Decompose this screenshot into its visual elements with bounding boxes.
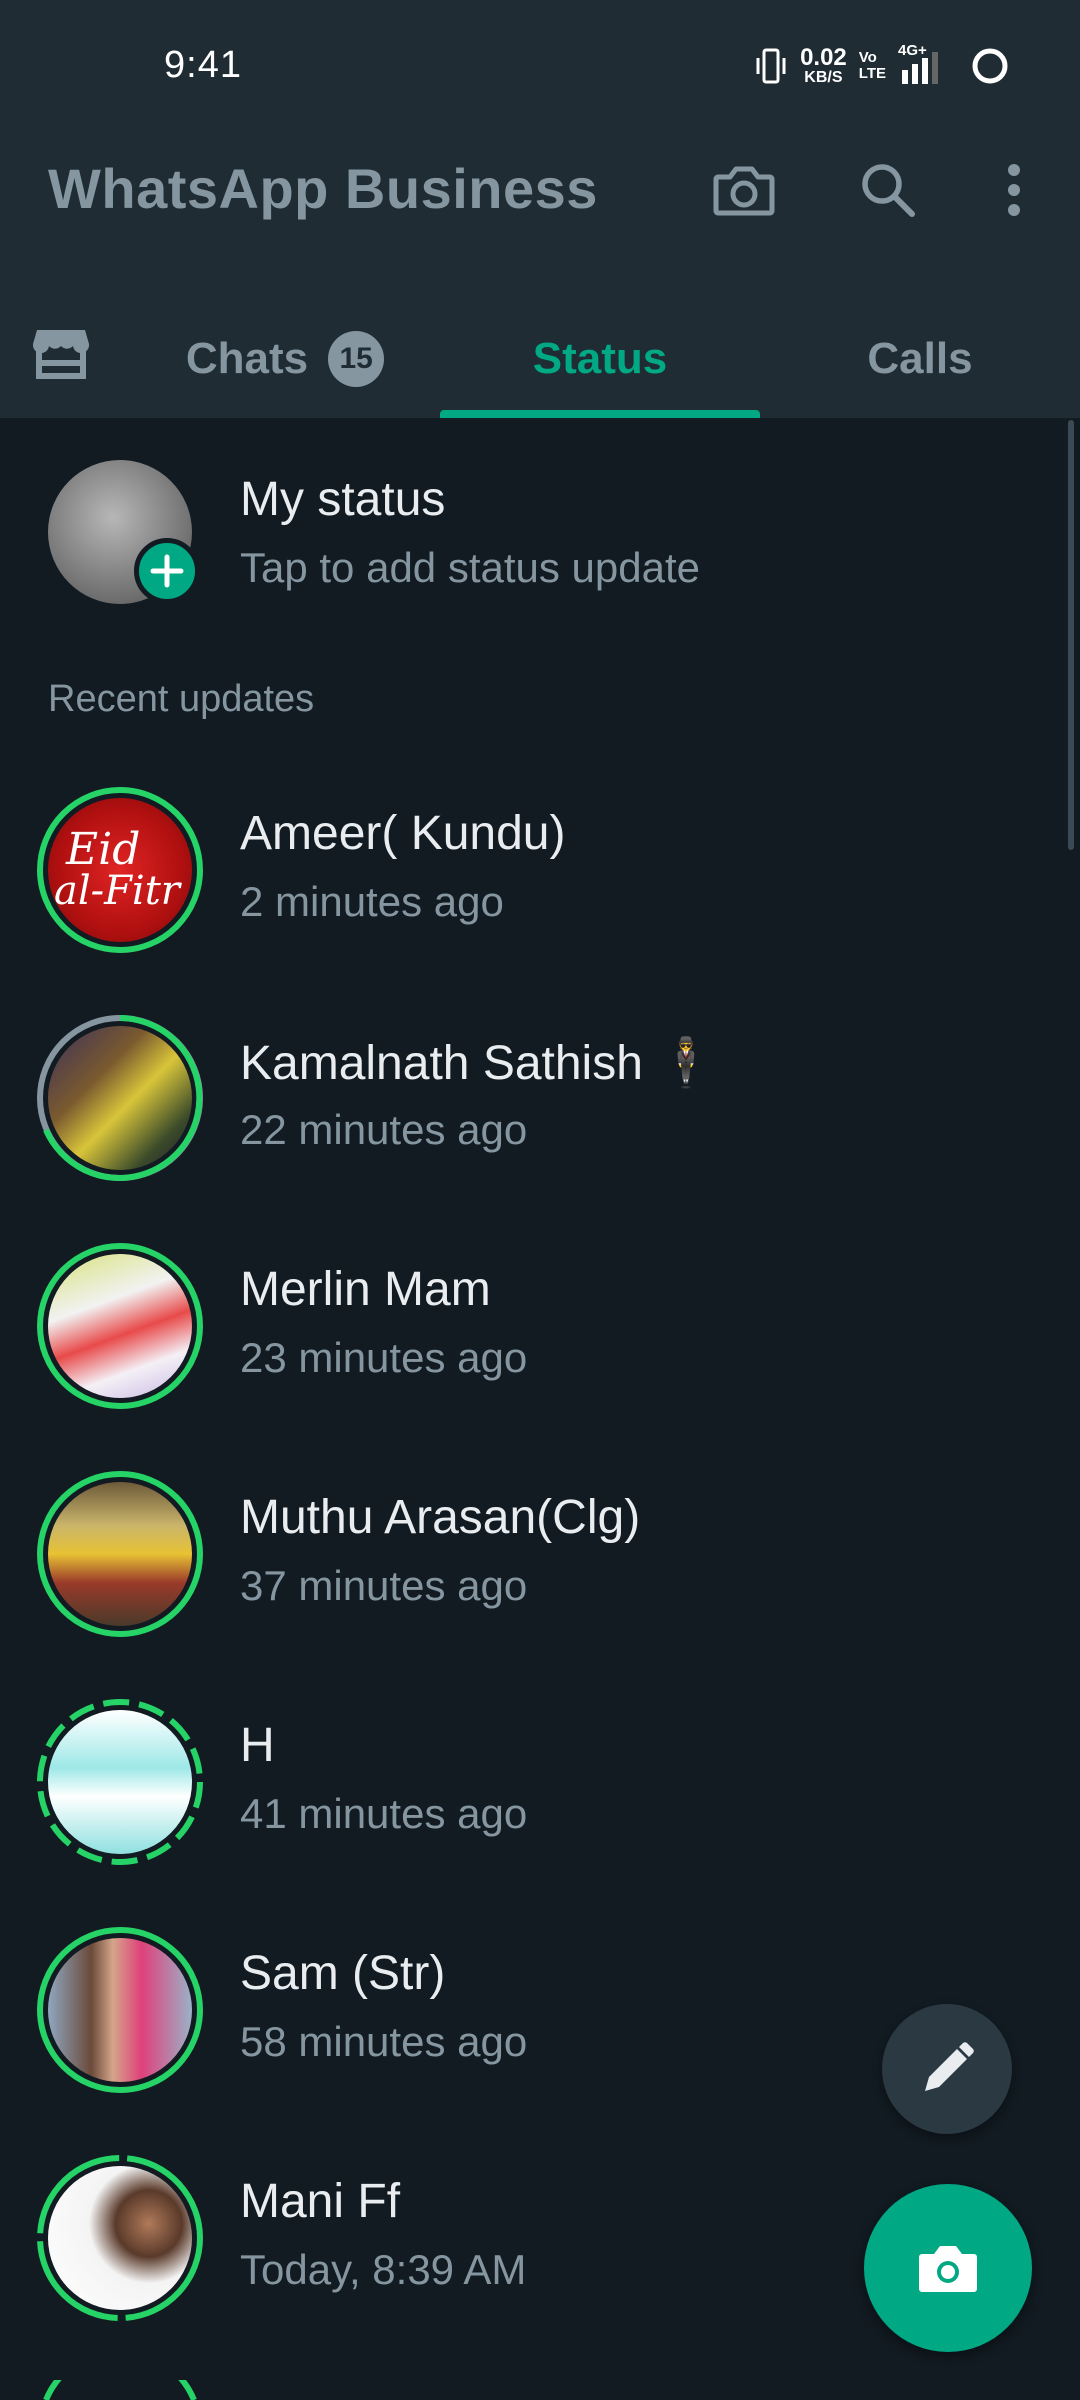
camera-icon xyxy=(919,2246,977,2292)
status-time: 37 minutes ago xyxy=(240,1562,528,1609)
contact-name: Sam (Str) xyxy=(240,1947,446,2000)
plus-icon xyxy=(150,554,184,588)
status-item-2[interactable]: Kamalnath Sathish 🕴 22 minutes ago xyxy=(0,984,1080,1212)
status-time: 22 minutes ago xyxy=(240,1106,528,1153)
contact-avatar: Eid al-Fitr xyxy=(48,798,192,942)
contact-name: Mani Ff xyxy=(240,2175,401,2228)
tab-calls[interactable]: Calls xyxy=(780,300,1060,418)
status-bar-indicators: 0.02 KB/S Vo LTE 4G+ xyxy=(754,40,1010,92)
status-time: 58 minutes ago xyxy=(240,2018,528,2065)
contact-name: Kamalnath Sathish 🕴 xyxy=(240,1037,717,1090)
contact-name: Merlin Mam xyxy=(240,1263,491,1316)
status-time: Today, 8:39 AM xyxy=(240,2246,527,2293)
system-status-bar: 9:41 0.02 KB/S Vo LTE 4G+ xyxy=(0,0,1080,136)
add-status-button[interactable] xyxy=(134,538,200,604)
contact-avatar xyxy=(48,1482,192,1626)
volte-indicator: Vo LTE xyxy=(858,49,886,82)
my-status-title: My status xyxy=(240,473,446,526)
app-title: WhatsApp Business xyxy=(48,157,598,220)
my-status-subtitle: Tap to add status update xyxy=(240,544,701,591)
search-icon xyxy=(862,164,915,217)
status-time: 23 minutes ago xyxy=(240,1334,528,1381)
more-vertical-icon xyxy=(1008,164,1020,216)
contact-name: Ameer( Kundu) xyxy=(240,807,566,860)
status-ring-partial xyxy=(43,2380,197,2400)
tab-status[interactable]: Status xyxy=(440,300,760,418)
tab-status-label: Status xyxy=(532,334,668,383)
tab-business-tools[interactable] xyxy=(24,320,98,386)
vibrate-icon xyxy=(756,48,786,84)
contact-name: H xyxy=(240,1719,275,1772)
contact-avatar xyxy=(48,2166,192,2310)
svg-text:al-Fitr: al-Fitr xyxy=(54,868,183,914)
contact-name: Muthu Arasan(Clg) xyxy=(240,1491,641,1544)
camera-status-button[interactable] xyxy=(864,2184,1032,2352)
storefront-icon xyxy=(32,330,90,379)
text-status-button[interactable] xyxy=(882,2004,1012,2134)
network-speed: 0.02 KB/S xyxy=(800,44,847,86)
camera-button[interactable] xyxy=(704,150,784,230)
status-time: 2 minutes ago xyxy=(240,878,504,925)
recent-updates-header: Recent updates xyxy=(48,678,315,720)
tab-calls-label: Calls xyxy=(867,334,973,383)
camera-icon xyxy=(713,166,775,216)
status-item-4[interactable]: Muthu Arasan(Clg) 37 minutes ago xyxy=(0,1440,1080,1668)
contact-avatar xyxy=(48,1938,192,2082)
search-button[interactable] xyxy=(848,150,928,230)
tab-chats-label: Chats xyxy=(185,334,309,383)
contact-avatar xyxy=(48,1254,192,1398)
unread-count-badge: 15 xyxy=(328,331,385,387)
tab-chats[interactable]: Chats 15 xyxy=(150,300,420,418)
tab-bar: Chats 15 Status Calls xyxy=(0,300,1080,418)
status-item-1[interactable]: Eid al-Fitr Ameer( Kundu) 2 minutes ago xyxy=(0,756,1080,984)
contact-avatar xyxy=(48,1710,192,1854)
my-status-row[interactable]: My status Tap to add status update xyxy=(0,440,1080,620)
signal-icon: 4G+ xyxy=(898,42,958,86)
top-app-area: 9:41 0.02 KB/S Vo LTE 4G+ WhatsApp Busin… xyxy=(0,0,1080,418)
status-bar-time: 9:41 xyxy=(164,44,242,86)
status-item-3[interactable]: Merlin Mam 23 minutes ago xyxy=(0,1212,1080,1440)
pencil-icon xyxy=(925,2042,974,2091)
status-item-5[interactable]: H 41 minutes ago xyxy=(0,1668,1080,1896)
status-time: 41 minutes ago xyxy=(240,1790,528,1837)
active-tab-indicator xyxy=(440,410,760,418)
contact-avatar xyxy=(48,1026,192,1170)
battery-ring-icon xyxy=(972,48,1008,84)
overflow-menu-button[interactable] xyxy=(974,150,1054,230)
